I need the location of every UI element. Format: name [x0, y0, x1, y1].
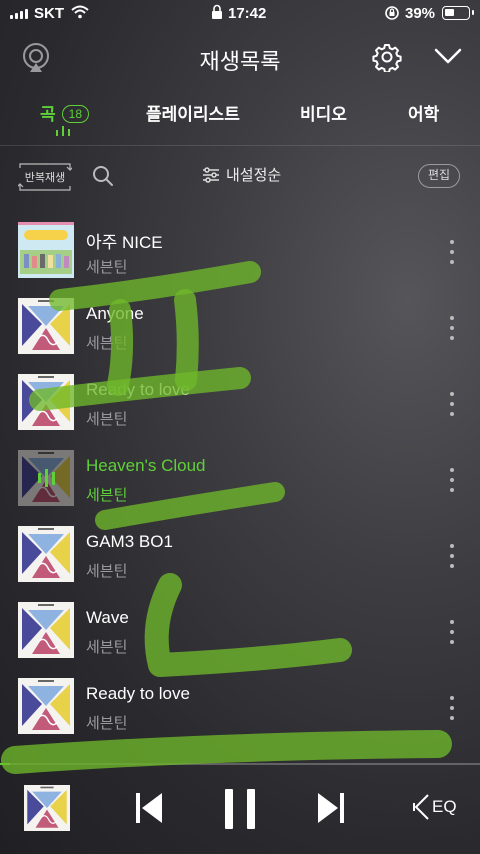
song-artist: 세븐틴 — [86, 259, 128, 276]
song-artist: 세븐틴 — [86, 487, 128, 504]
repeat-label: 반복재생 — [24, 172, 66, 184]
song-row[interactable]: Wave 세븐틴 — [0, 594, 480, 670]
more-vertical-icon[interactable] — [446, 392, 458, 416]
list-toolbar: 반복재생 내설정순 편집 — [0, 158, 480, 196]
status-bar: SKT 17:42 39% — [0, 0, 480, 28]
more-vertical-icon[interactable] — [446, 468, 458, 492]
song-artist: 세븐틴 — [86, 335, 128, 352]
song-artist: 세븐틴 — [86, 563, 128, 580]
wifi-icon — [71, 5, 89, 23]
tab-songs[interactable]: 곡 18 — [40, 100, 89, 125]
song-row[interactable]: Anyone 세븐틴 — [0, 290, 480, 366]
tab-bar: 곡 18 플레이리스트 비디오 어학 — [0, 96, 480, 146]
album-art — [18, 374, 74, 430]
tab-videos[interactable]: 비디오 — [300, 100, 347, 125]
playing-indicator-icon — [56, 126, 70, 136]
song-row[interactable]: Ready to love 세븐틴 — [0, 366, 480, 442]
header: 재생목록 — [0, 36, 480, 82]
gear-icon[interactable] — [372, 42, 402, 77]
sort-sliders-icon — [203, 166, 219, 183]
equalizer-icon — [413, 794, 429, 820]
more-vertical-icon[interactable] — [446, 544, 458, 568]
lock-icon — [211, 4, 223, 24]
more-vertical-icon[interactable] — [446, 240, 458, 264]
song-title: Anyone — [86, 304, 144, 323]
album-art — [18, 526, 74, 582]
song-title: Heaven's Cloud — [86, 456, 206, 475]
battery-percent: 39% — [405, 5, 436, 22]
song-title: Ready to love — [86, 380, 190, 399]
album-art — [18, 602, 74, 658]
more-vertical-icon[interactable] — [446, 620, 458, 644]
chevron-down-icon[interactable] — [434, 46, 462, 71]
song-row[interactable]: 아주 NICE 세븐틴 — [0, 214, 480, 290]
previous-track-icon[interactable] — [134, 791, 164, 830]
battery-icon — [442, 6, 474, 20]
now-playing-album-art[interactable] — [24, 785, 70, 831]
eq-label: EQ — [432, 797, 457, 816]
song-row[interactable]: Heaven's Cloud 세븐틴 — [0, 442, 480, 518]
next-track-icon[interactable] — [316, 791, 346, 830]
album-art — [18, 222, 74, 278]
song-artist: 세븐틴 — [86, 639, 128, 656]
song-artist: 세븐틴 — [86, 411, 128, 428]
song-row[interactable]: Ready to love 세븐틴 — [0, 670, 480, 746]
mini-player: EQ — [0, 765, 480, 854]
edit-button[interactable]: 편집 — [418, 164, 461, 188]
song-artist: 세븐틴 — [86, 715, 128, 732]
song-title: 아주 NICE — [86, 233, 163, 252]
tab-playlists[interactable]: 플레이리스트 — [146, 100, 240, 125]
pause-icon[interactable] — [222, 787, 258, 836]
tab-songs-label: 곡 — [40, 105, 56, 124]
song-title: Ready to love — [86, 684, 190, 703]
song-row[interactable]: GAM3 BO1 세븐틴 — [0, 518, 480, 594]
song-count-badge: 18 — [61, 105, 89, 123]
album-art — [18, 678, 74, 734]
cellular-signal-icon — [10, 9, 28, 19]
page-title: 재생목록 — [199, 49, 281, 74]
repeat-button[interactable]: 반복재생 — [18, 162, 72, 191]
album-art — [18, 298, 74, 354]
album-art — [18, 450, 74, 506]
tab-language[interactable]: 어학 — [408, 100, 439, 125]
clock: 17:42 — [228, 5, 267, 22]
more-vertical-icon[interactable] — [446, 696, 458, 720]
carrier-name: SKT — [34, 5, 64, 22]
more-vertical-icon[interactable] — [446, 316, 458, 340]
song-title: Wave — [86, 608, 129, 627]
sort-label: 내설정순 — [226, 167, 282, 184]
now-playing-indicator-icon — [18, 450, 74, 506]
sort-button[interactable]: 내설정순 — [202, 164, 281, 185]
equalizer-button[interactable]: EQ — [412, 793, 457, 821]
song-title: GAM3 BO1 — [86, 532, 173, 551]
rotation-lock-icon — [384, 5, 400, 25]
search-icon[interactable] — [92, 165, 114, 192]
